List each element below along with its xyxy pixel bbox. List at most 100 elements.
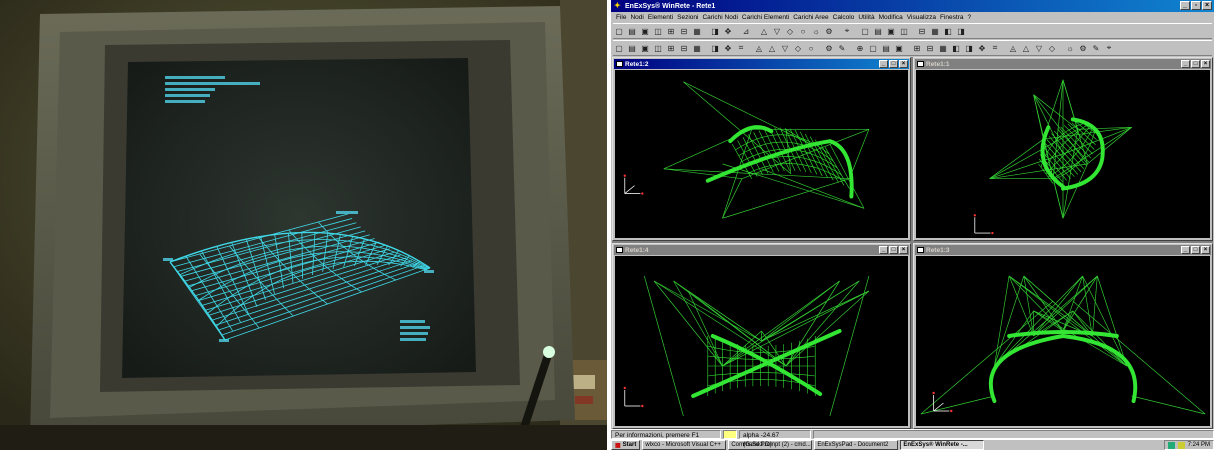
tool-ae-icon[interactable]: ☼: [1064, 42, 1076, 54]
mesh-icon[interactable]: △: [758, 25, 770, 37]
tool-ah-icon[interactable]: ⌖: [1103, 42, 1115, 54]
star-icon[interactable]: ▢: [859, 25, 871, 37]
view-2-icon[interactable]: ✥: [722, 25, 734, 37]
taskbar-task-3[interactable]: EnExSys® WinRete -...: [900, 440, 985, 450]
close-button[interactable]: ×: [1202, 1, 1212, 10]
persp-icon[interactable]: ⊟: [916, 25, 928, 37]
menu-item-4[interactable]: Carichi Nodi: [700, 14, 739, 21]
view-window-title-bar[interactable]: Rete1:3 _ □ ×: [915, 245, 1211, 255]
tool-ab-icon[interactable]: △: [1020, 42, 1032, 54]
minimize-button[interactable]: _: [1180, 1, 1190, 10]
menu-item-5[interactable]: Carichi Elementi: [740, 14, 791, 21]
tool-i-icon[interactable]: ◬: [753, 42, 765, 54]
tool-j-icon[interactable]: △: [766, 42, 778, 54]
maximize-button[interactable]: □: [889, 246, 898, 254]
tool-q-icon[interactable]: ▢: [867, 42, 879, 54]
view-canvas[interactable]: [615, 256, 908, 426]
menu-item-1[interactable]: Nodi: [628, 14, 645, 21]
window-icon[interactable]: ▦: [691, 25, 703, 37]
tool-a-icon[interactable]: ▢: [613, 42, 625, 54]
view-window-rete1-2[interactable]: Rete1:2 _ □ ×: [612, 57, 911, 241]
view-canvas[interactable]: [916, 256, 1210, 426]
tool-u-icon[interactable]: ⊟: [924, 42, 936, 54]
tool-ad-icon[interactable]: ◇: [1046, 42, 1058, 54]
calc-icon[interactable]: ◫: [898, 25, 910, 37]
tool-m-icon[interactable]: ○: [805, 42, 817, 54]
taskbar-task-2[interactable]: EnExSysPad - Document2: [814, 440, 899, 450]
menu-item-11[interactable]: Finestra: [938, 14, 965, 21]
menu-item-8[interactable]: Utilità: [856, 14, 876, 21]
circle-icon[interactable]: ▤: [872, 25, 884, 37]
menu-item-9[interactable]: Modifica: [877, 14, 905, 21]
mesh-3-icon[interactable]: ◇: [784, 25, 796, 37]
new-icon[interactable]: ▢: [613, 25, 625, 37]
color-icon[interactable]: ⚙: [823, 25, 835, 37]
shade-icon[interactable]: ☼: [810, 25, 822, 37]
tool-w-icon[interactable]: ◧: [950, 42, 962, 54]
tool-s-icon[interactable]: ▣: [893, 42, 905, 54]
tool-y-icon[interactable]: ✥: [976, 42, 988, 54]
tool-g-icon[interactable]: ▦: [691, 42, 703, 54]
tool-v-icon[interactable]: ▦: [937, 42, 949, 54]
persp-3-icon[interactable]: ◧: [942, 25, 954, 37]
taskbar-task-0[interactable]: wlxco - Microsoft Visual C++: [642, 440, 727, 450]
tool-h-icon[interactable]: ⌗: [735, 42, 747, 54]
tray-volume-icon[interactable]: [1177, 441, 1185, 449]
view-window-title-bar[interactable]: Rete1:1 _ □ ×: [915, 59, 1211, 69]
view-window-title-bar[interactable]: Rete1:4 _ □ ×: [614, 245, 909, 255]
menu-item-3[interactable]: Sezioni: [675, 14, 700, 21]
maximize-button[interactable]: □: [1191, 246, 1200, 254]
tool-o-icon[interactable]: ✎: [836, 42, 848, 54]
grid-b-icon[interactable]: ▤: [626, 42, 638, 54]
menu-item-2[interactable]: Elementi: [646, 14, 675, 21]
persp-4-icon[interactable]: ◨: [955, 25, 967, 37]
axis-icon[interactable]: ▣: [885, 25, 897, 37]
view-icon[interactable]: ◨: [709, 25, 721, 37]
tool-af-icon[interactable]: ⚙: [1077, 42, 1089, 54]
menu-item-6[interactable]: Carichi Aree: [791, 14, 830, 21]
menu-item-12[interactable]: ?: [965, 14, 973, 21]
tool-t-icon[interactable]: ⊞: [911, 42, 923, 54]
close-button[interactable]: ×: [1201, 60, 1210, 68]
open-icon[interactable]: ▤: [626, 25, 638, 37]
line-icon[interactable]: ◨: [709, 42, 721, 54]
zoom-icon[interactable]: ⊞: [665, 25, 677, 37]
view-canvas[interactable]: [615, 70, 908, 238]
eye-icon[interactable]: ○: [797, 25, 809, 37]
tool-r-icon[interactable]: ▤: [880, 42, 892, 54]
restore-button[interactable]: ▫: [1191, 1, 1201, 10]
tray-network-icon[interactable]: [1167, 441, 1175, 449]
zoom-out-icon[interactable]: ⊟: [678, 25, 690, 37]
start-button[interactable]: ▦ Start: [611, 440, 641, 450]
tool-aa-icon[interactable]: ◬: [1007, 42, 1019, 54]
minimize-button[interactable]: _: [879, 60, 888, 68]
menu-item-7[interactable]: Calcolo: [831, 14, 857, 21]
tool-l-icon[interactable]: ◇: [792, 42, 804, 54]
node-icon[interactable]: ⊿: [740, 25, 752, 37]
minimize-button[interactable]: _: [1181, 60, 1190, 68]
close-button[interactable]: ×: [899, 246, 908, 254]
close-button[interactable]: ×: [899, 60, 908, 68]
maximize-button[interactable]: □: [889, 60, 898, 68]
app-title-bar[interactable]: ✦ EnExSys® WinRete - Rete1 _ ▫ ×: [611, 0, 1214, 12]
tool-n-icon[interactable]: ⚙: [823, 42, 835, 54]
tool-f-icon[interactable]: ⊟: [678, 42, 690, 54]
view-window-rete1-4[interactable]: Rete1:4 _ □ ×: [612, 243, 911, 429]
tool-ag-icon[interactable]: ✎: [1090, 42, 1102, 54]
menu-item-0[interactable]: File: [614, 14, 628, 21]
minimize-button[interactable]: _: [1181, 246, 1190, 254]
view-window-rete1-1[interactable]: Rete1:1 _ □ ×: [913, 57, 1213, 241]
save-icon[interactable]: ▣: [639, 25, 651, 37]
tool-z-icon[interactable]: ⌗: [989, 42, 1001, 54]
tool-c-icon[interactable]: ▣: [639, 42, 651, 54]
maximize-button[interactable]: □: [1191, 60, 1200, 68]
tool-ac-icon[interactable]: ▽: [1033, 42, 1045, 54]
tool-e-icon[interactable]: ⊞: [665, 42, 677, 54]
table-icon[interactable]: ✥: [722, 42, 734, 54]
tool-k-icon[interactable]: ▽: [779, 42, 791, 54]
close-button[interactable]: ×: [1201, 246, 1210, 254]
mesh-2-icon[interactable]: ▽: [771, 25, 783, 37]
tool-x-icon[interactable]: ◨: [963, 42, 975, 54]
taskbar-task-1[interactable]: Command Prompt (2) - cmd...: [728, 440, 813, 450]
view-window-rete1-3[interactable]: Rete1:3 _ □ ×: [913, 243, 1213, 429]
